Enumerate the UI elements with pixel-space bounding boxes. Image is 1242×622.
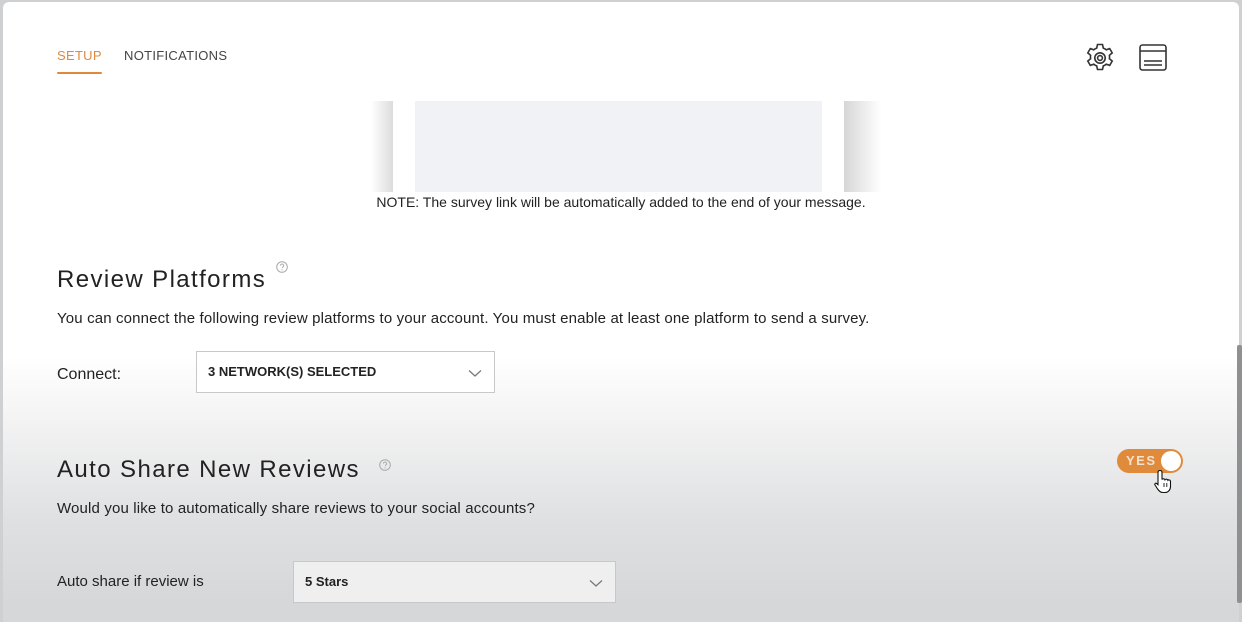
auto-share-rule-label: Auto share if review is	[57, 573, 204, 590]
survey-link-note: NOTE: The survey link will be automatica…	[376, 194, 866, 210]
toggle-label: YES	[1126, 453, 1157, 468]
auto-share-title: Auto Share New Reviews	[57, 456, 360, 483]
message-preview	[371, 101, 881, 192]
hand-cursor-icon	[1154, 469, 1172, 494]
preview-frame-left	[393, 101, 415, 192]
review-platforms-title: Review Platforms	[57, 266, 267, 293]
window-icon[interactable]	[1136, 41, 1170, 75]
message-preview-box	[415, 101, 822, 192]
chevron-down-icon	[589, 580, 603, 587]
tab-setup[interactable]: SETUP	[57, 48, 102, 74]
chevron-down-icon	[468, 370, 482, 377]
preview-shadow-left	[371, 101, 393, 192]
review-platforms-description: You can connect the following review pla…	[57, 310, 870, 327]
auto-share-description: Would you like to automatically share re…	[57, 500, 535, 517]
connect-networks-select[interactable]: 3 NETWORK(S) SELECTED	[196, 351, 495, 393]
scrollbar-thumb[interactable]	[1237, 345, 1242, 603]
auto-share-rating-value: 5 Stars	[305, 574, 349, 589]
settings-panel: SETUP NOTIFICATIONS NOTE: The survey lin…	[3, 2, 1239, 622]
help-icon[interactable]	[379, 458, 391, 471]
preview-shadow-right	[844, 101, 881, 192]
help-icon[interactable]	[276, 260, 288, 273]
preview-frame-right	[822, 101, 844, 192]
gear-icon[interactable]	[1083, 41, 1117, 75]
auto-share-rating-select[interactable]: 5 Stars	[293, 561, 616, 603]
tab-notifications[interactable]: NOTIFICATIONS	[124, 48, 227, 63]
connect-networks-value: 3 NETWORK(S) SELECTED	[208, 364, 377, 379]
connect-label: Connect:	[57, 366, 122, 383]
